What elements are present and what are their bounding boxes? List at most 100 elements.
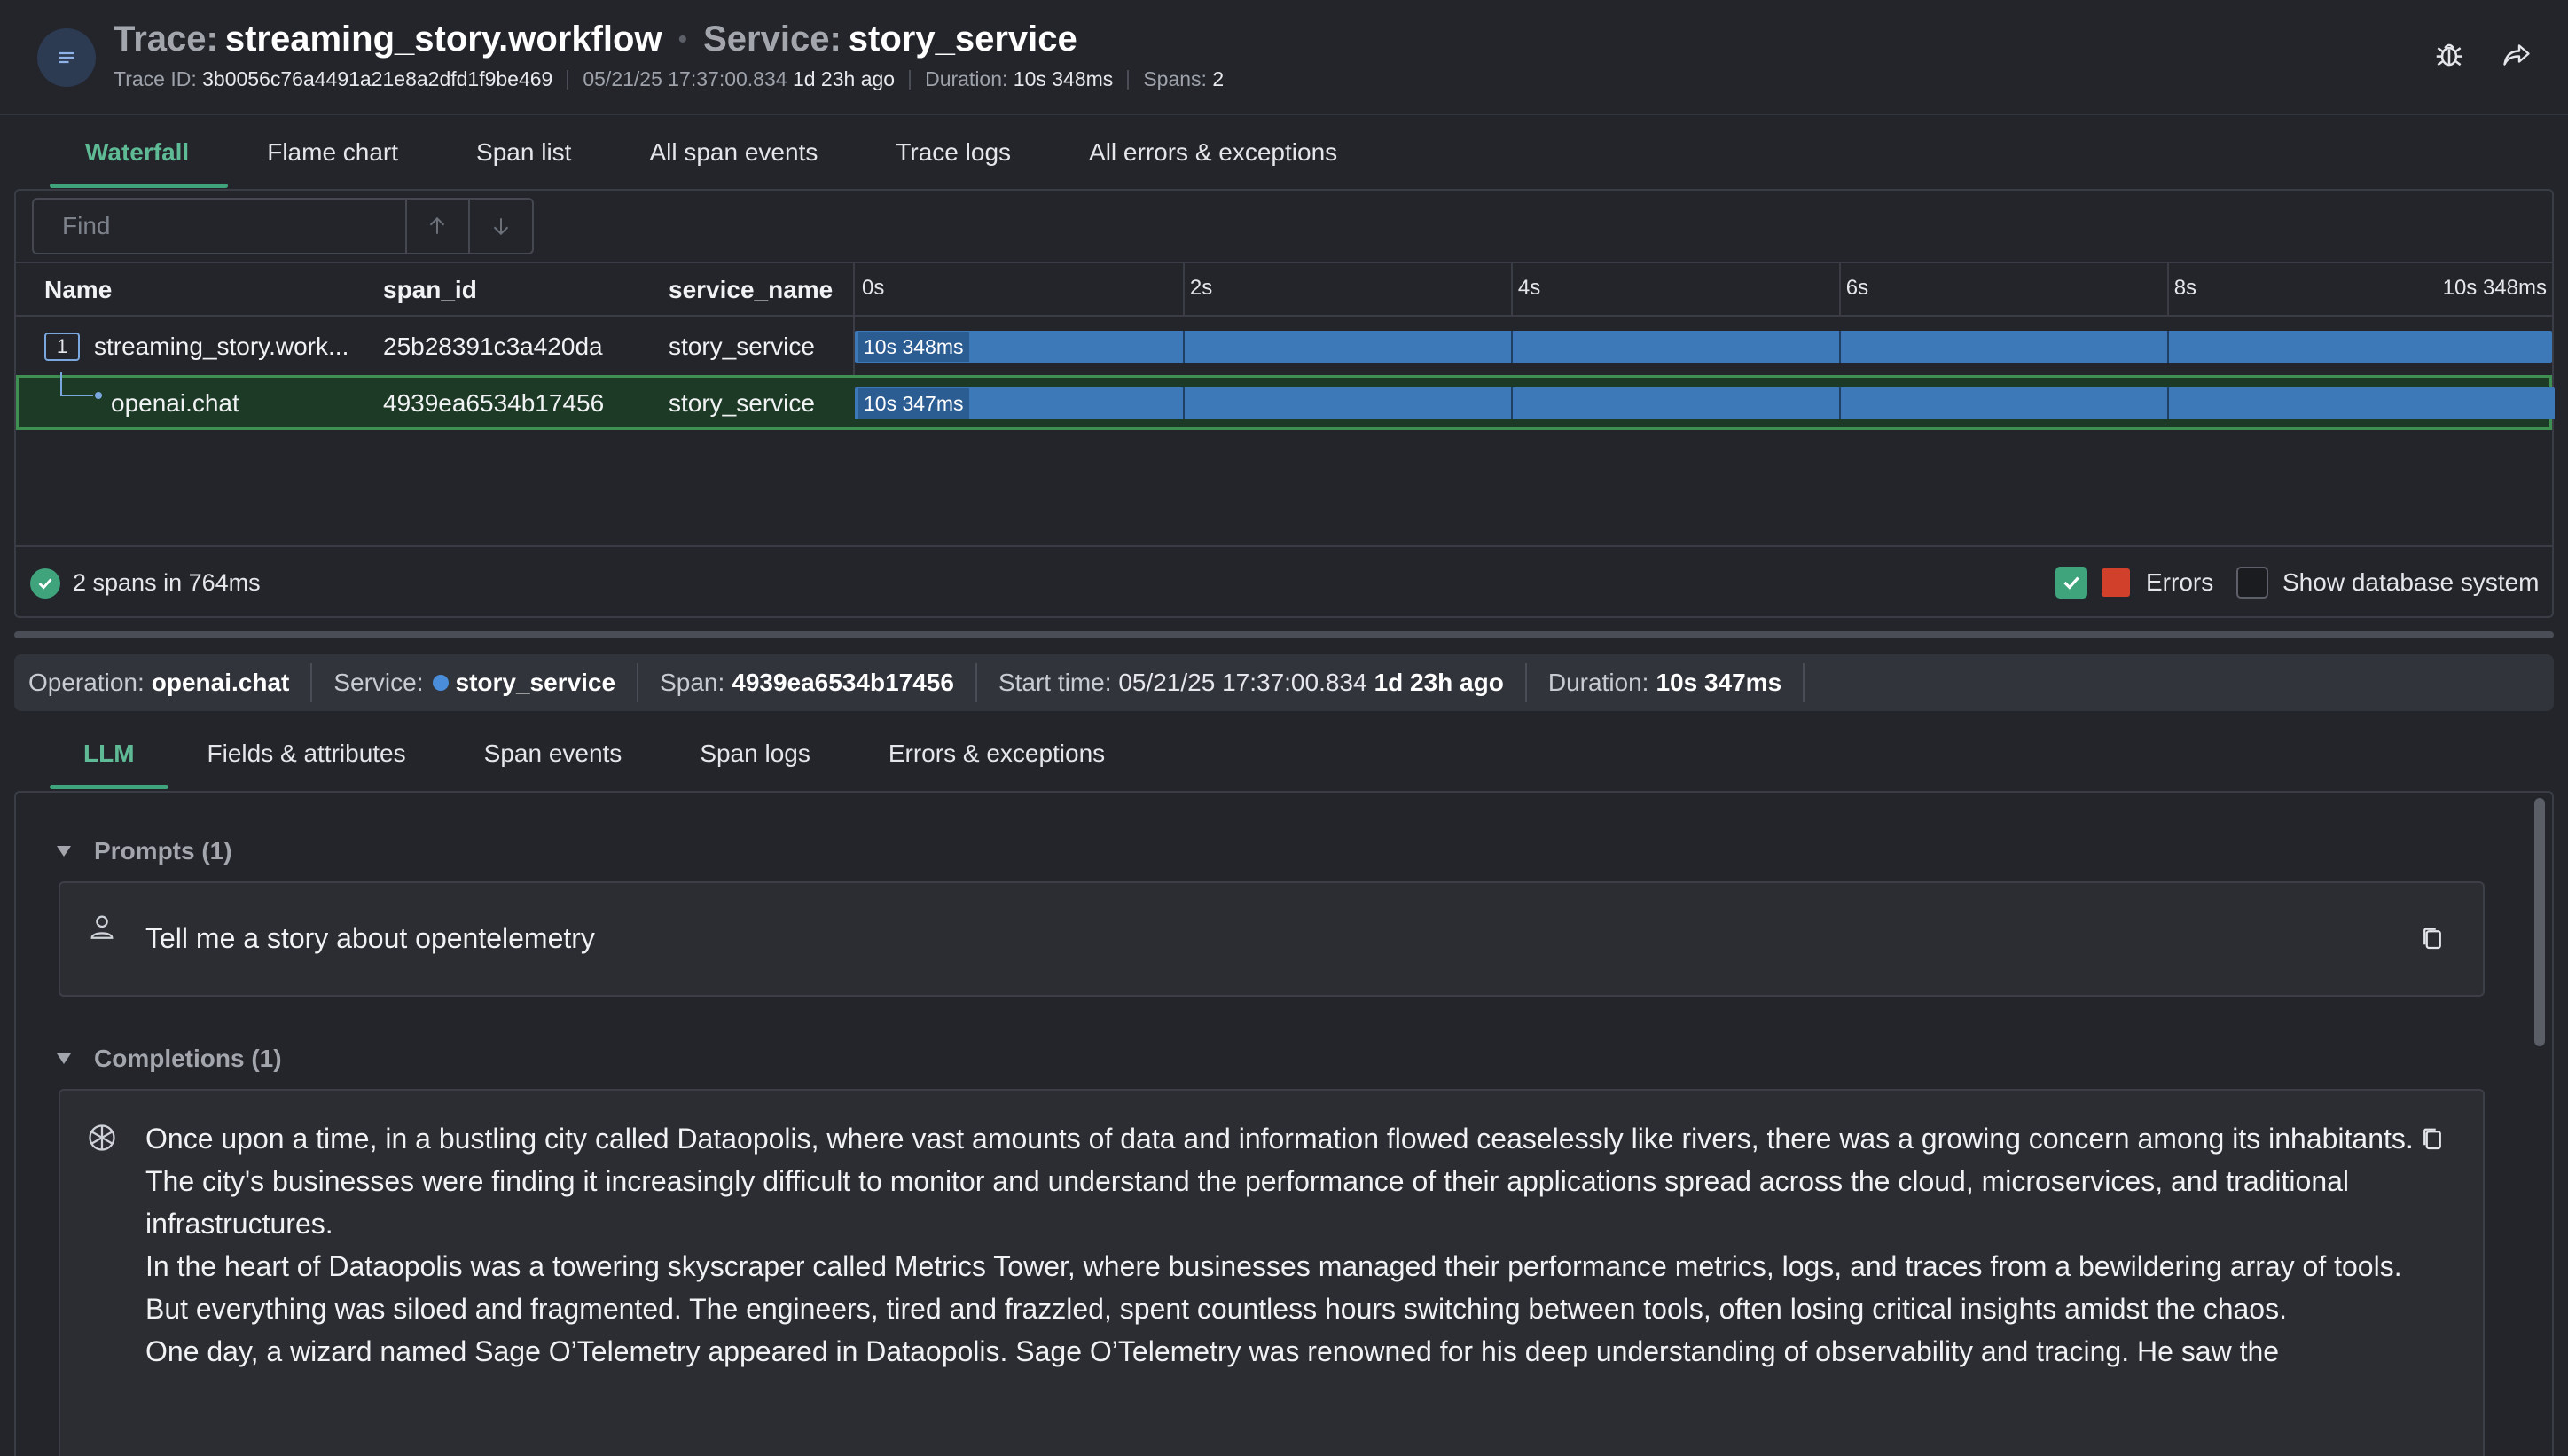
panel-resize-handle[interactable]: [14, 631, 2554, 638]
info-service: Service: story_service: [312, 663, 639, 702]
bar-gridline: [1182, 387, 1185, 419]
span-duration-label: 10s 347ms: [858, 388, 969, 419]
tab-span-list[interactable]: Span list: [437, 117, 610, 188]
duration-value: 10s 347ms: [1656, 669, 1782, 696]
trace-label: Trace:: [114, 20, 218, 59]
prompts-section-toggle[interactable]: Prompts (1): [57, 837, 232, 865]
timeline-tick-label: 0s: [862, 276, 885, 300]
menu-icon[interactable]: [37, 28, 96, 87]
tab-llm[interactable]: LLM: [50, 718, 168, 789]
duration-label: Duration:: [1547, 669, 1649, 696]
col-header-service-name[interactable]: service_name: [669, 276, 833, 304]
timeline-tick-label: 6s: [1845, 276, 1869, 300]
completions-section-toggle[interactable]: Completions (1): [57, 1045, 282, 1073]
info-start-time: Start time: 05/21/25 17:37:00.834 1d 23h…: [977, 663, 1527, 702]
trace-timestamp: 05/21/25 17:37:00.834: [583, 67, 787, 90]
col-header-span-id[interactable]: span_id: [383, 276, 477, 304]
completion-paragraph: Once upon a time, in a bustling city cal…: [145, 1123, 2414, 1240]
copy-icon[interactable]: [2417, 1124, 2447, 1155]
completions-title: Completions (1): [94, 1045, 282, 1072]
error-color-swatch: [2102, 568, 2130, 597]
tab-errors-exceptions[interactable]: Errors & exceptions: [849, 718, 1144, 789]
arrow-down-icon: [493, 218, 508, 236]
spans-label: Spans:: [1143, 67, 1207, 90]
bug-icon[interactable]: [2430, 35, 2469, 74]
span-bar[interactable]: 10s 347ms: [855, 387, 2555, 419]
trace-age: 1d 23h ago: [792, 67, 896, 90]
span-id: 4939ea6534b17456: [383, 389, 605, 417]
bar-gridline: [1838, 331, 1841, 363]
span-duration-label: 10s 348ms: [858, 332, 969, 362]
tree-connector: [60, 372, 102, 399]
timeline-tick-label: 2s: [1189, 276, 1213, 300]
service-color-dot: [432, 675, 449, 691]
start-age: 1d 23h ago: [1374, 669, 1504, 696]
completion-paragraph: One day, a wizard named Sage O’Telemetry…: [145, 1335, 2280, 1367]
show-db-checkbox[interactable]: [2236, 567, 2268, 599]
bar-gridline: [2166, 331, 2169, 363]
start-label: Start time:: [998, 669, 1112, 696]
caret-down-icon: [57, 1053, 71, 1064]
bar-gridline: [2166, 387, 2169, 419]
show-db-label: Show database system: [2282, 568, 2540, 596]
tab-fields-attributes[interactable]: Fields & attributes: [168, 718, 445, 789]
timeline-tick-label: 4s: [1517, 276, 1541, 300]
arrow-up-icon: [430, 216, 445, 234]
duration-label: Duration:: [925, 67, 1008, 90]
span-bar[interactable]: 10s 348ms: [855, 331, 2552, 363]
tab-span-events[interactable]: Span events: [445, 718, 662, 789]
span-service: story_service: [669, 333, 815, 360]
check-circle-icon: [30, 568, 60, 599]
bar-gridline: [1838, 387, 1841, 419]
col-header-name[interactable]: Name: [44, 276, 112, 304]
bar-gridline: [1510, 331, 1513, 363]
waterfall-footer: 2 spans in 764ms Errors Show database sy…: [16, 545, 2552, 616]
trace-view-tabs: Waterfall Flame chart Span list All span…: [50, 117, 1376, 188]
service-label: Service:: [703, 20, 842, 59]
divider: [567, 69, 569, 90]
user-icon: [85, 910, 119, 943]
bar-gridline: [1510, 387, 1513, 419]
spans-summary: 2 spans in 764ms: [73, 569, 261, 596]
span-row-selected[interactable]: openai.chat 4939ea6534b17456 story_servi…: [16, 372, 2555, 430]
bar-gridline: [1182, 331, 1185, 363]
trace-duration: 10s 348ms: [1013, 67, 1114, 90]
errors-label: Errors: [2146, 568, 2214, 596]
timeline-tick-label: 10s 348ms: [2442, 276, 2547, 300]
info-duration: Duration: 10s 347ms: [1527, 663, 1805, 702]
completion-card: Once upon a time, in a bustling city cal…: [59, 1089, 2485, 1456]
depth-badge[interactable]: 1: [44, 333, 80, 361]
span-value: 4939ea6534b17456: [732, 669, 954, 696]
find-next-button[interactable]: [470, 200, 532, 253]
prompts-title: Prompts (1): [94, 837, 232, 865]
trace-id-label: Trace ID:: [114, 67, 197, 90]
completion-paragraph: In the heart of Dataopolis was a towerin…: [145, 1250, 2402, 1325]
trace-name: streaming_story.workflow: [224, 20, 662, 59]
span-service: story_service: [669, 389, 815, 417]
span-row[interactable]: 1 streaming_story.work... 25b28391c3a420…: [16, 318, 2552, 373]
tab-trace-logs[interactable]: Trace logs: [857, 117, 1050, 188]
prompt-card: Tell me a story about opentelemetry: [59, 881, 2485, 997]
timeline-tick-line: [1510, 262, 1513, 317]
caret-down-icon: [57, 846, 71, 857]
scrollbar-thumb[interactable]: [2534, 798, 2545, 1046]
copy-icon[interactable]: [2417, 924, 2447, 954]
completion-text: Once upon a time, in a bustling city cal…: [145, 1117, 2451, 1373]
share-icon[interactable]: [2497, 35, 2536, 74]
tab-span-logs[interactable]: Span logs: [661, 718, 849, 789]
service-name: story_service: [848, 20, 1077, 59]
info-operation: Operation: openai.chat: [14, 663, 313, 702]
errors-checkbox[interactable]: [2055, 567, 2087, 599]
tab-flame-chart[interactable]: Flame chart: [228, 117, 437, 188]
span-name: openai.chat: [111, 389, 239, 417]
find-box: [32, 198, 534, 254]
find-input[interactable]: [34, 200, 408, 253]
timeline-tick-line: [1838, 262, 1841, 317]
start-value: 05/21/25 17:37:00.834: [1118, 669, 1367, 696]
tab-all-errors[interactable]: All errors & exceptions: [1050, 117, 1376, 188]
prompt-text: Tell me a story about opentelemetry: [145, 922, 595, 954]
divider: [1127, 69, 1130, 90]
find-previous-button[interactable]: [407, 200, 470, 253]
tab-all-span-events[interactable]: All span events: [610, 117, 857, 188]
tab-waterfall[interactable]: Waterfall: [50, 117, 229, 188]
